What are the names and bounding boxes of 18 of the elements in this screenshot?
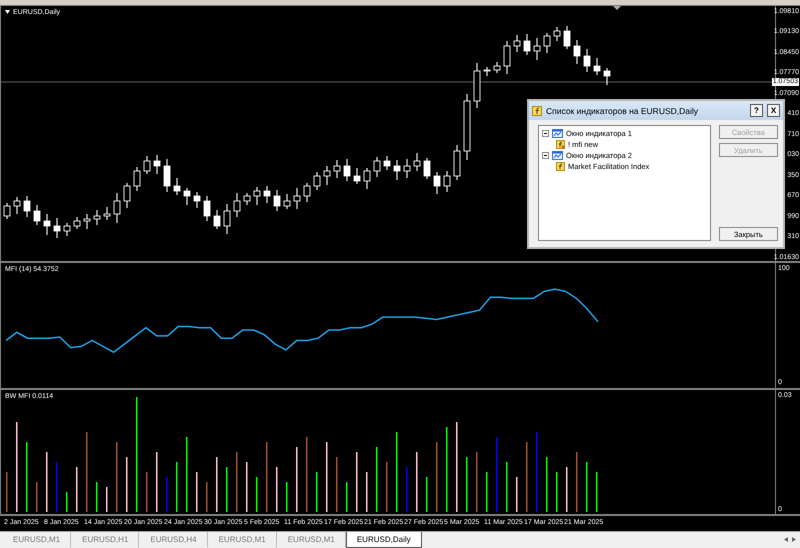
function-icon [556,162,565,171]
collapse-icon[interactable] [542,130,549,137]
chart-tab[interactable]: EURUSD,Daily [346,532,422,548]
close-button[interactable]: X [767,104,780,117]
dropdown-icon[interactable] [5,10,10,14]
function-icon [532,106,542,116]
help-button[interactable]: ? [750,104,763,117]
collapse-icon[interactable] [542,152,549,159]
chart-tab[interactable]: EURUSD,H1 [71,532,140,548]
scroll-right-icon[interactable] [792,537,796,542]
function-icon [556,140,565,149]
chart-tab[interactable]: EURUSD,M1 [2,532,72,548]
chart-window-icon [552,129,563,138]
chart-window-icon [552,151,563,160]
dialog-title: Список индикаторов на EURUSD,Daily [546,106,700,116]
chart-tab[interactable]: EURUSD,H4 [139,532,208,548]
chart-tab[interactable]: EURUSD,M1 [208,532,277,548]
scroll-left-icon[interactable] [784,537,788,542]
